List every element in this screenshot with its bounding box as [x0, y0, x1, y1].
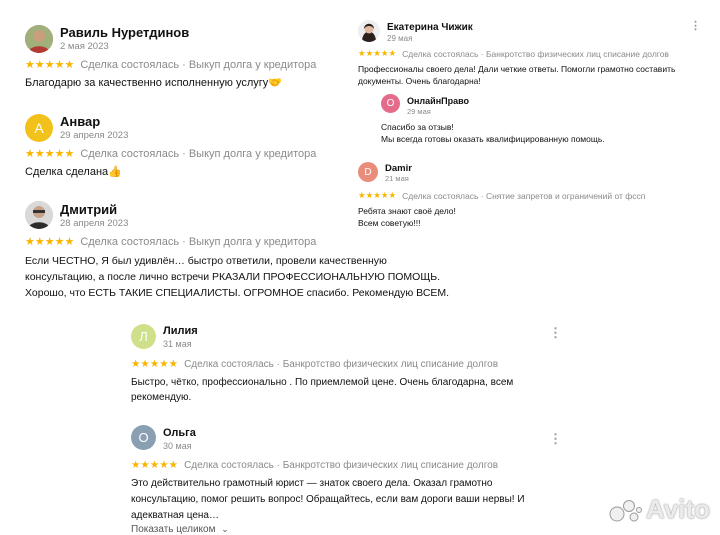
rating-stars: ★★★★★	[358, 190, 397, 200]
avito-logo-icon	[609, 499, 642, 521]
more-options-icon[interactable]: ⋮	[549, 432, 562, 445]
reply-date: 29 мая	[407, 107, 431, 116]
review-meta: ★★★★★ Сделка состоялась · Банкротство фи…	[358, 48, 669, 59]
reviewer-name: Анвар	[60, 114, 101, 129]
review-line: Хорошо, что ЕСТЬ ТАКИЕ СПЕЦИАЛИСТЫ. ОГРО…	[25, 287, 450, 299]
review-date: 21 мая	[385, 174, 409, 183]
review-line: Это действительно грамотный юрист — знат…	[131, 478, 493, 489]
review-line: рекомендую.	[131, 392, 192, 403]
rating-stars: ★★★★★	[358, 48, 397, 58]
deal-status: Сделка состоялась · Банкротство физическ…	[184, 358, 499, 370]
chevron-down-icon: ⌄	[221, 524, 229, 534]
review-line: консультацию, помог решить вопрос! Обращ…	[131, 494, 525, 505]
person-photo-icon	[358, 20, 380, 42]
avatar-dmitriy	[25, 201, 53, 229]
reviewer-name: Damir	[385, 163, 412, 174]
avatar-damir: D	[358, 162, 378, 182]
avito-watermark: Avito	[609, 494, 710, 525]
show-full-label: Показать целиком	[131, 524, 216, 535]
reply-author-name: ОнлайнПраво	[407, 96, 470, 106]
avatar-anvar: А	[25, 114, 53, 142]
more-options-icon[interactable]: ⋮	[690, 21, 701, 32]
rating-stars: ★★★★★	[131, 358, 179, 370]
reviewer-name: Равиль Нуретдинов	[60, 25, 190, 40]
review-line: Профессионалы своего дела! Дали четкие о…	[358, 64, 676, 74]
rating-stars: ★★★★★	[25, 59, 75, 71]
review-date: 2 мая 2023	[60, 41, 109, 52]
review-line: документы. Очень благодарна!	[358, 76, 481, 86]
review-date: 31 мая	[163, 339, 192, 349]
more-options-icon[interactable]: ⋮	[549, 326, 562, 339]
avatar-onlinepravo: О	[381, 94, 400, 113]
avatar-ravil	[25, 25, 53, 53]
review-line: Благодарю за качественно исполненную усл…	[25, 77, 282, 89]
review-date: 28 апреля 2023	[60, 218, 129, 229]
avatar-olga: О	[131, 425, 156, 450]
reviewer-name: Лилия	[163, 325, 198, 337]
review-date: 29 апреля 2023	[60, 130, 129, 141]
review-line: адекватная цена…	[131, 510, 219, 521]
reply-text: Спасибо за отзыв! Мы всегда готовы оказа…	[381, 121, 605, 145]
review-meta: ★★★★★ Сделка состоялась · Снятие запрето…	[358, 190, 645, 201]
review-line: Сделка сделана👍	[25, 166, 122, 178]
review-line: Если ЧЕСТНО, Я был удивлён… быстро ответ…	[25, 255, 387, 267]
review-line: Всем советую!!!	[358, 218, 421, 228]
review-text: Это действительно грамотный юрист — знат…	[131, 476, 525, 524]
deal-status: Сделка состоялась · Снятие запретов и ог…	[402, 190, 646, 201]
reply-line: Спасибо за отзыв!	[381, 122, 454, 132]
reviewer-name: Дмитрий	[60, 202, 118, 217]
avatar-ekaterina	[358, 20, 380, 42]
rating-stars: ★★★★★	[25, 148, 75, 160]
person-photo-icon	[25, 201, 53, 229]
reply-line: Мы всегда готовы оказать квалифицированн…	[381, 134, 605, 144]
deal-status: Сделка состоялась · Банкротство физическ…	[402, 48, 669, 59]
review-meta: ★★★★★ Сделка состоялась · Выкуп долга у …	[25, 147, 317, 161]
review-date: 30 мая	[163, 441, 192, 451]
reviewer-name: Ольга	[163, 427, 196, 439]
review-meta: ★★★★★ Сделка состоялась · Банкротство фи…	[131, 459, 498, 471]
reviewer-name: Екатерина Чижик	[387, 22, 473, 33]
review-meta: ★★★★★ Сделка состоялась · Выкуп долга у …	[25, 58, 317, 72]
review-line: консультацию, а после лично встречи РКАЗ…	[25, 271, 440, 283]
deal-status: Сделка состоялась · Выкуп долга у кредит…	[80, 235, 317, 248]
person-photo-icon	[25, 25, 53, 53]
review-line: Ребята знают своё дело!	[358, 206, 456, 216]
review-text: Сделка сделана👍	[25, 165, 122, 178]
review-text: Ребята знают своё дело! Всем советую!!!	[358, 205, 456, 229]
review-text: Если ЧЕСТНО, Я был удивлён… быстро ответ…	[25, 253, 449, 301]
review-text: Профессионалы своего дела! Дали четкие о…	[358, 63, 675, 87]
avatar-liliya: Л	[131, 324, 156, 349]
show-full-review-link[interactable]: Показать целиком ⌄	[131, 524, 229, 535]
deal-status: Сделка состоялась · Банкротство физическ…	[184, 459, 499, 471]
deal-status: Сделка состоялась · Выкуп долга у кредит…	[80, 58, 317, 71]
deal-status: Сделка состоялась · Выкуп долга у кредит…	[80, 147, 317, 160]
review-meta: ★★★★★ Сделка состоялась · Выкуп долга у …	[25, 235, 317, 249]
rating-stars: ★★★★★	[131, 459, 179, 471]
watermark-text: Avito	[645, 494, 710, 524]
review-meta: ★★★★★ Сделка состоялась · Банкротство фи…	[131, 358, 498, 370]
rating-stars: ★★★★★	[25, 236, 75, 248]
review-text: Благодарю за качественно исполненную усл…	[25, 76, 282, 89]
review-line: Быстро, чётко, профессионально . По прие…	[131, 377, 514, 388]
review-date: 29 мая	[387, 34, 413, 43]
review-text: Быстро, чётко, профессионально . По прие…	[131, 375, 513, 405]
